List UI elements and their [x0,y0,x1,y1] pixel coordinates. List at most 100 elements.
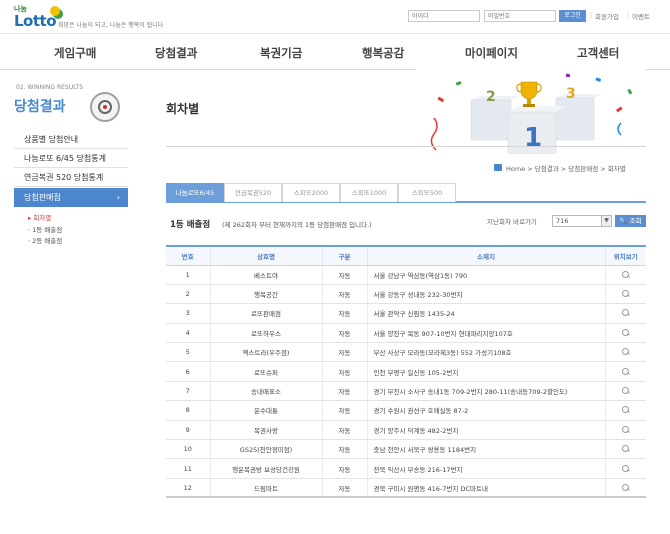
sidebar-subitem-by-round[interactable]: ▸ 회차별 [28,212,51,222]
store-name: 송내매표소 [209,381,322,402]
login-button[interactable]: 로그인 [559,10,586,22]
tab-lotto645[interactable]: 나눔로또6/45 [166,183,224,202]
magnifier-icon[interactable] [621,387,630,395]
section-note: (제 262회차 부터 현재까지의 1등 당첨판매점 입니다.) [222,221,372,229]
table-row: 7 송내매표소 자동 경기 부천시 소사구 송내1동 709-2번지 280-11(송… [166,381,646,402]
selection-type: 자동 [321,400,367,421]
magnifier-icon[interactable] [621,270,630,279]
sidebar-item-pension520-stats[interactable]: 연금복권 520 당첨통계 [14,168,128,187]
magnifier-icon[interactable] [621,483,630,492]
sidebar-subitem-second-prize[interactable]: · 2등 배출점 [28,235,62,245]
column-header-type: 구분 [321,245,367,266]
sidebar-subitem-first-prize[interactable]: · 1등 배출점 [28,224,62,234]
magnifier-icon[interactable] [621,328,630,337]
site-logo[interactable]: 나눔 Lotto [14,4,60,30]
map-view-cell[interactable] [604,458,646,479]
map-view-cell[interactable] [604,439,646,460]
store-name: 운수대통 [209,400,322,421]
store-address: 부산 사상구 모라동(모라제3동) 552 가성기108호 [366,342,605,363]
map-view-cell[interactable] [604,420,646,441]
selection-type: 자동 [321,323,367,344]
store-name: 로또판매점 [209,303,322,324]
nav-item-mypage[interactable]: 마이페이지 [465,45,518,61]
store-name: 베스트야 [209,265,322,285]
view-button-label: 조회 [629,217,642,225]
sidebar-item-winning-stores[interactable]: 당첨판매점 › [14,188,128,207]
sidebar-subitem-label: 1등 배출점 [32,226,63,234]
map-view-cell[interactable] [604,361,646,382]
map-view-cell[interactable] [604,400,646,421]
sidebar-item-prize-guide[interactable]: 상품별 당첨안내 [14,130,128,149]
nav-item-lottery-fund[interactable]: 복권기금 [260,45,302,61]
event-link[interactable]: 이벤트 [632,11,650,21]
table-header-row: 번호 상호명 구분 소재지 위치보기 [166,245,646,266]
store-address: 인천 부평구 일신동 105-2번지 [366,361,605,382]
lottery-type-tabs: 나눔로또6/45 연금복권520 스피또2000 스피또1000 스피또500 [166,183,646,203]
row-number: 2 [166,284,210,305]
table-row: 10 GS25(천안정미점) 자동 충남 천안시 서북구 쌍용동 1184번지 [166,439,646,460]
row-number: 10 [166,439,210,460]
nav-item-customer-center[interactable]: 고객센터 [577,45,619,61]
row-number: 8 [166,400,210,421]
table-row: 2 행복공간 자동 서울 강동구 성내동 232-30번지 [166,284,646,305]
column-header-map: 위치보기 [604,245,646,266]
tab-speetto1000[interactable]: 스피또1000 [340,183,398,202]
store-address: 충남 천안시 서북구 쌍용동 1184번지 [366,439,605,460]
row-number: 9 [166,420,210,441]
column-header-number: 번호 [166,245,210,266]
store-name: 로또하우스 [209,323,322,344]
table-row: 1 베스트야 자동 서울 강남구 역삼동(역삼1동) 790 [166,265,646,285]
magnifier-icon[interactable] [621,348,630,356]
magnifier-icon[interactable] [621,425,630,434]
column-header-store-name: 상호명 [209,245,322,266]
map-view-cell[interactable] [604,478,646,499]
round-select[interactable]: 716 ▼ [552,215,612,227]
store-address: 경기 부천시 소사구 송내1동 709-2번지 280-11(송내동709-2할… [366,381,605,402]
clover-icon [50,6,60,16]
nav-item-happiness[interactable]: 행복공감 [362,45,404,61]
id-input[interactable] [408,10,480,22]
row-number: 5 [166,342,210,363]
password-input[interactable] [484,10,556,22]
map-view-cell[interactable] [604,284,646,305]
store-address: 경기 양주시 덕계동 482-2번지 [366,420,605,441]
signup-link[interactable]: 회원가입 [595,11,619,21]
svg-text:1: 1 [524,123,542,153]
selection-type: 자동 [321,303,367,324]
section-title: 1등 배출점 [170,220,211,230]
tab-speetto500[interactable]: 스피또500 [398,183,456,202]
view-button[interactable]: 🔍 조회 [615,215,646,227]
table-row: 3 로또판매점 자동 서울 관악구 신림동 1435-24 [166,303,646,324]
store-name: 드림마트 [209,478,322,499]
sidebar-item-lotto645-stats[interactable]: 나눔로또 6/45 당첨통계 [14,149,128,168]
row-number: 1 [166,265,210,285]
magnifier-icon[interactable] [621,290,630,298]
map-view-cell[interactable] [604,303,646,324]
nav-item-game-purchase[interactable]: 게임구매 [54,45,96,61]
sidebar-subitem-label: 2등 배출점 [32,237,63,245]
store-address: 경북 구미시 원평동 416-7번지 DC마트내 [366,478,605,499]
magnifier-icon[interactable] [621,406,630,414]
sidebar-item-label: 연금복권 520 당첨통계 [24,173,104,182]
tab-pension520[interactable]: 연금복권520 [224,183,282,202]
selection-type: 자동 [321,284,367,305]
nav-item-winning-results[interactable]: 당첨결과 [155,45,197,61]
title-divider [166,146,646,147]
map-view-cell[interactable] [604,323,646,344]
magnifier-icon[interactable] [621,367,630,376]
home-icon[interactable] [494,164,502,171]
magnifier-icon[interactable] [621,445,630,453]
top-bar: 나눔 Lotto 희망은 나눔이 되고, 나눔은 행복이 됩니다 로그인 | 회… [0,0,670,33]
row-number: 3 [166,303,210,324]
chevron-down-icon[interactable]: ▼ [601,216,611,226]
map-view-cell[interactable] [604,265,646,285]
magnifier-icon[interactable] [621,309,630,317]
top-separator: | [627,11,630,19]
tab-speetto2000[interactable]: 스피또2000 [282,183,340,202]
selection-type: 자동 [321,381,367,402]
map-view-cell[interactable] [604,381,646,402]
magnifier-icon[interactable] [621,464,630,473]
store-address: 서울 관악구 신림동 1435-24 [366,303,605,324]
map-view-cell[interactable] [604,342,646,363]
table-row: 11 행운복권방 보성당건강원 자동 전북 익산시 부송동 216-17번지 [166,458,646,479]
